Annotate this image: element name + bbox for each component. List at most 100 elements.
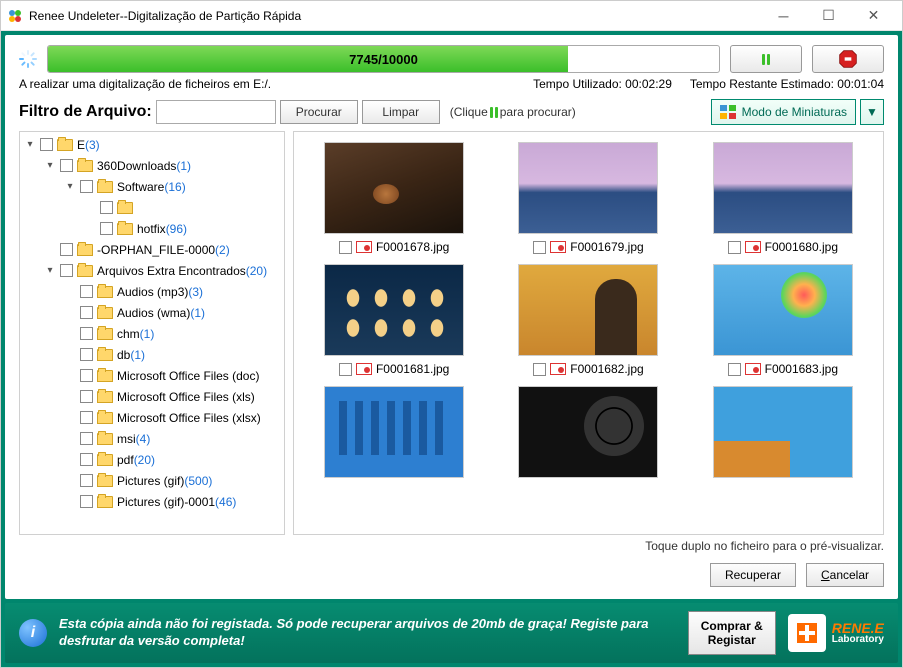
- thumb-image[interactable]: [713, 142, 853, 234]
- buy-register-button[interactable]: Comprar &Registar: [688, 611, 776, 655]
- expand-arrow[interactable]: ▾: [64, 181, 76, 192]
- tree-count: (96): [166, 222, 187, 236]
- clear-button[interactable]: Limpar: [362, 100, 440, 124]
- recover-button[interactable]: Recuperar: [710, 563, 796, 587]
- tree-checkbox[interactable]: [40, 138, 53, 151]
- thumbnail-item[interactable]: [494, 386, 682, 478]
- tree-item[interactable]: hotfix (96): [20, 218, 284, 239]
- tree-item[interactable]: Pictures (gif)-0001 (46): [20, 491, 284, 512]
- tree-item[interactable]: ▾E (3): [20, 134, 284, 155]
- folder-icon: [97, 433, 113, 445]
- folder-tree[interactable]: ▾E (3)▾360Downloads (1)▾Software (16) ho…: [19, 131, 285, 535]
- thumb-checkbox[interactable]: [339, 241, 352, 254]
- thumbnail-item[interactable]: F0001682.jpg: [494, 264, 682, 376]
- tree-checkbox[interactable]: [80, 327, 93, 340]
- tree-item[interactable]: chm (1): [20, 323, 284, 344]
- tree-item[interactable]: Microsoft Office Files (doc): [20, 365, 284, 386]
- tree-checkbox[interactable]: [80, 411, 93, 424]
- stop-button[interactable]: [812, 45, 884, 73]
- tree-checkbox[interactable]: [60, 264, 73, 277]
- filter-input[interactable]: [156, 100, 276, 124]
- tree-item[interactable]: msi (4): [20, 428, 284, 449]
- thumb-image[interactable]: [324, 264, 464, 356]
- tree-item[interactable]: Audios (wma) (1): [20, 302, 284, 323]
- tree-checkbox[interactable]: [60, 159, 73, 172]
- image-icon: [356, 241, 372, 253]
- preview-hint: Toque duplo no ficheiro para o pré-visua…: [19, 539, 884, 553]
- thumb-image[interactable]: [713, 264, 853, 356]
- tree-count: (1): [140, 327, 155, 341]
- tree-checkbox[interactable]: [80, 432, 93, 445]
- thumb-image[interactable]: [518, 386, 658, 478]
- thumb-image[interactable]: [324, 142, 464, 234]
- tree-count: (1): [176, 159, 191, 173]
- tree-checkbox[interactable]: [60, 243, 73, 256]
- tree-count: (3): [85, 138, 100, 152]
- tree-item[interactable]: Microsoft Office Files (xlsx): [20, 407, 284, 428]
- tree-item[interactable]: Audios (mp3) (3): [20, 281, 284, 302]
- thumbnail-item[interactable]: [300, 386, 488, 478]
- image-icon: [550, 363, 566, 375]
- minimize-button[interactable]: ─: [761, 1, 806, 31]
- tree-checkbox[interactable]: [80, 453, 93, 466]
- thumbnail-item[interactable]: F0001681.jpg: [300, 264, 488, 376]
- content-panel: 7745/10000 A realizar uma digitalização …: [5, 35, 898, 599]
- thumbnail-item[interactable]: F0001683.jpg: [689, 264, 877, 376]
- tree-checkbox[interactable]: [80, 474, 93, 487]
- folder-icon: [97, 412, 113, 424]
- tree-item[interactable]: ▾Arquivos Extra Encontrados (20): [20, 260, 284, 281]
- tree-checkbox[interactable]: [80, 495, 93, 508]
- tree-item[interactable]: pdf (20): [20, 449, 284, 470]
- tree-item[interactable]: db (1): [20, 344, 284, 365]
- tree-checkbox[interactable]: [80, 306, 93, 319]
- search-button[interactable]: Procurar: [280, 100, 358, 124]
- thumb-checkbox[interactable]: [533, 241, 546, 254]
- tree-item[interactable]: ▾360Downloads (1): [20, 155, 284, 176]
- tree-checkbox[interactable]: [100, 201, 113, 214]
- thumb-checkbox[interactable]: [728, 363, 741, 376]
- expand-arrow[interactable]: ▾: [44, 265, 56, 276]
- pause-button[interactable]: [730, 45, 802, 73]
- brand-logo: RENE.E Laboratory: [788, 614, 884, 652]
- tree-checkbox[interactable]: [80, 369, 93, 382]
- thumb-checkbox[interactable]: [339, 363, 352, 376]
- tree-item[interactable]: Pictures (gif) (500): [20, 470, 284, 491]
- tree-item[interactable]: ▾Software (16): [20, 176, 284, 197]
- tree-checkbox[interactable]: [80, 180, 93, 193]
- image-icon: [745, 363, 761, 375]
- tree-checkbox[interactable]: [80, 285, 93, 298]
- tree-item[interactable]: -ORPHAN_FILE-0000 (2): [20, 239, 284, 260]
- expand-arrow[interactable]: ▾: [44, 160, 56, 171]
- folder-icon: [77, 265, 93, 277]
- window-title: Renee Undeleter--Digitalização de Partiç…: [29, 9, 761, 23]
- thumb-image[interactable]: [324, 386, 464, 478]
- tree-item[interactable]: Microsoft Office Files (xls): [20, 386, 284, 407]
- thumbnail-item[interactable]: [689, 386, 877, 478]
- image-icon: [356, 363, 372, 375]
- tree-checkbox[interactable]: [80, 348, 93, 361]
- thumb-image[interactable]: [518, 142, 658, 234]
- expand-arrow[interactable]: ▾: [24, 139, 36, 150]
- image-icon: [745, 241, 761, 253]
- body-row: ▾E (3)▾360Downloads (1)▾Software (16) ho…: [19, 131, 884, 535]
- folder-icon: [97, 391, 113, 403]
- thumb-checkbox[interactable]: [728, 241, 741, 254]
- thumb-image[interactable]: [713, 386, 853, 478]
- view-mode-dropdown[interactable]: ▼: [860, 99, 884, 125]
- folder-icon: [97, 370, 113, 382]
- thumb-checkbox[interactable]: [533, 363, 546, 376]
- view-mode-button[interactable]: Modo de Miniaturas: [711, 99, 856, 125]
- tree-item[interactable]: [20, 197, 284, 218]
- thumb-image[interactable]: [518, 264, 658, 356]
- cancel-button[interactable]: Cancelar: [806, 563, 884, 587]
- thumbnail-item[interactable]: F0001679.jpg: [494, 142, 682, 254]
- thumbnail-item[interactable]: F0001678.jpg: [300, 142, 488, 254]
- titlebar: Renee Undeleter--Digitalização de Partiç…: [1, 1, 902, 31]
- maximize-button[interactable]: ☐: [806, 1, 851, 31]
- thumbnail-item[interactable]: F0001680.jpg: [689, 142, 877, 254]
- tree-checkbox[interactable]: [100, 222, 113, 235]
- close-button[interactable]: ✕: [851, 1, 896, 31]
- thumbnails-pane[interactable]: F0001678.jpgF0001679.jpgF0001680.jpgF000…: [293, 131, 884, 535]
- tree-checkbox[interactable]: [80, 390, 93, 403]
- banner-text: Esta cópia ainda não foi registada. Só p…: [59, 616, 676, 650]
